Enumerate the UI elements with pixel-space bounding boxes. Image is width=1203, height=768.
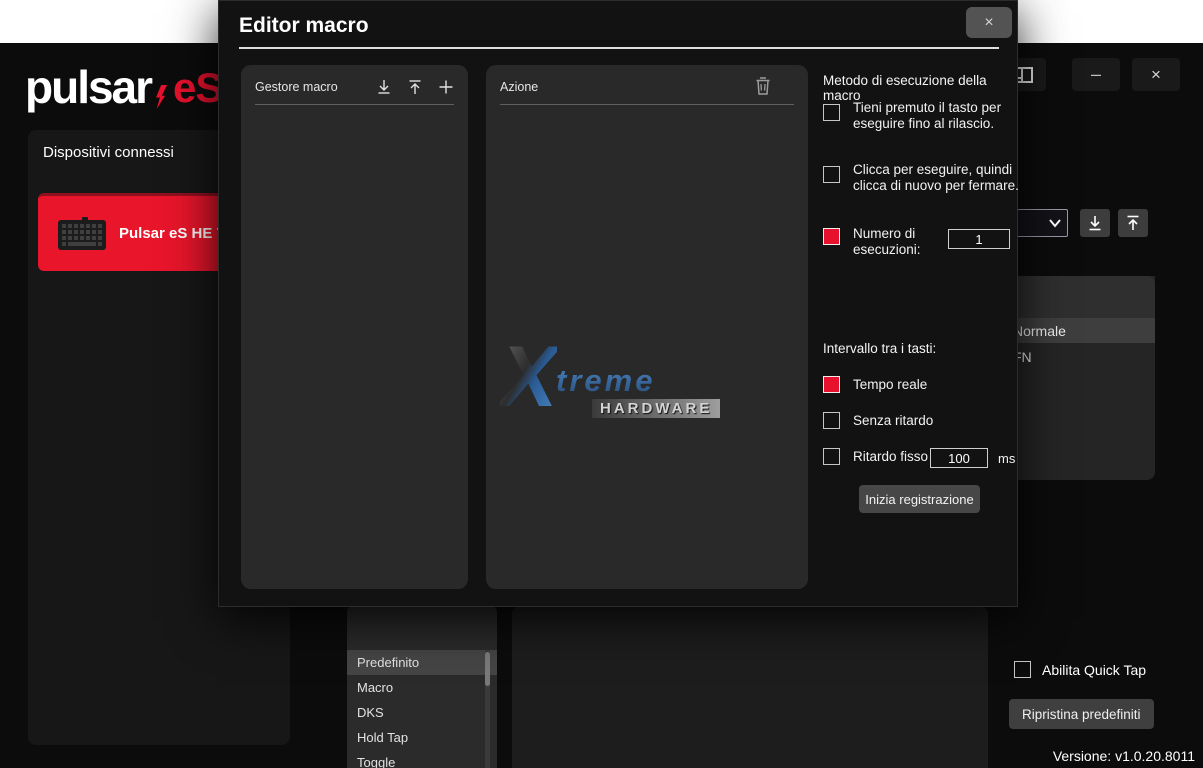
option-hold-to-run: Tieni premuto il tasto per eseguire fino… [823, 104, 1031, 131]
version-text: Versione: v1.0.20.8011 [1053, 748, 1195, 764]
tab-label: Toggle [357, 755, 395, 768]
fixed-delay-checkbox[interactable] [823, 448, 840, 465]
logo-brand-text: pulsar [25, 65, 151, 109]
delete-action-button[interactable] [753, 75, 775, 97]
close-window-button[interactable]: × [1132, 58, 1180, 91]
tab-label: Macro [357, 680, 393, 695]
tab-hold-tap[interactable]: Hold Tap [347, 725, 497, 750]
panel-divider [500, 104, 794, 105]
download-icon [1086, 214, 1104, 232]
upload-icon [1124, 214, 1142, 232]
upload-icon [406, 78, 424, 96]
layers-panel-header [1004, 276, 1155, 318]
quick-tap-label: Abilita Quick Tap [1042, 662, 1146, 678]
key-settings-panel [512, 606, 988, 768]
device-name: Pulsar eS HE 70 [119, 225, 233, 242]
layer-label: Normale [1013, 323, 1066, 339]
macro-manager-panel: Gestore macro [241, 65, 468, 589]
minimize-icon: – [1091, 64, 1101, 85]
click-toggle-checkbox[interactable] [823, 166, 840, 183]
tab-dks[interactable]: DKS [347, 700, 497, 725]
plus-icon [437, 78, 455, 96]
add-macro-button[interactable] [435, 76, 456, 97]
dialog-title: Editor macro [239, 14, 369, 38]
pulsar-logo: pulsar eS [25, 65, 222, 109]
action-panel-title: Azione [500, 80, 538, 94]
import-macro-button[interactable] [373, 76, 394, 97]
execution-count-checkbox[interactable] [823, 228, 840, 245]
profile-dropdown[interactable] [1016, 209, 1068, 237]
download-icon [375, 78, 393, 96]
watermark-x: X [500, 337, 557, 417]
keyboard-icon [58, 216, 106, 252]
tab-toggle[interactable]: Toggle [347, 750, 497, 768]
watermark-hardware: HARDWARE [592, 399, 720, 418]
xtreme-hardware-watermark: X treme HARDWARE [500, 337, 730, 437]
macro-editor-dialog: Editor macro × Gestore macro Azi [218, 0, 1018, 607]
option-fixed-delay: Ritardo fisso [823, 448, 988, 468]
execution-count-label: Numero di esecuzioni: [853, 226, 945, 257]
realtime-label: Tempo reale [853, 377, 1031, 393]
devices-panel-title: Dispositivi connessi [43, 144, 174, 161]
ms-unit-label: ms [998, 451, 1015, 466]
realtime-checkbox[interactable] [823, 376, 840, 393]
click-toggle-label: Clicca per eseguire, quindi clicca di nu… [853, 162, 1031, 193]
panel-divider [255, 104, 454, 105]
quick-tap-row: Abilita Quick Tap [1014, 661, 1146, 678]
hold-to-run-label: Tieni premuto il tasto per eseguire fino… [853, 100, 1031, 131]
hold-to-run-checkbox[interactable] [823, 104, 840, 121]
dialog-close-button[interactable]: × [966, 7, 1012, 38]
trash-icon [753, 75, 773, 97]
interval-heading: Intervallo tra i tasti: [823, 341, 936, 356]
tabs-scrollbar-thumb[interactable] [485, 652, 490, 686]
screen: pulsar eS – × Dispositivi connessi [0, 0, 1203, 768]
layer-item-fn[interactable]: FN [1004, 344, 1155, 369]
download-profile-button[interactable] [1080, 209, 1110, 237]
fixed-delay-label: Ritardo fisso [853, 449, 930, 465]
key-function-list: Predefinito Macro DKS Hold Tap Toggle [347, 606, 497, 768]
tab-label: DKS [357, 705, 384, 720]
close-icon: × [1151, 65, 1161, 85]
tab-label: Predefinito [357, 655, 419, 670]
action-panel: Azione X treme HARDWARE [486, 65, 808, 589]
tab-label: Hold Tap [357, 730, 408, 745]
option-no-delay: Senza ritardo [823, 412, 1031, 429]
title-divider [239, 47, 999, 49]
watermark-treme: treme [556, 363, 655, 399]
export-macro-button[interactable] [404, 76, 425, 97]
chevron-down-icon [1047, 217, 1063, 229]
layer-item-normale[interactable]: Normale [1004, 318, 1155, 343]
option-realtime: Tempo reale [823, 376, 1031, 393]
quick-tap-checkbox[interactable] [1014, 661, 1031, 678]
tabs-scrollbar[interactable] [485, 650, 490, 768]
tab-macro[interactable]: Macro [347, 675, 497, 700]
logo-series-text: eS [173, 67, 222, 109]
upload-profile-button[interactable] [1118, 209, 1148, 237]
option-execution-count: Numero di esecuzioni: [823, 228, 1010, 257]
execution-count-input[interactable] [948, 229, 1010, 249]
macro-manager-title: Gestore macro [255, 80, 338, 94]
option-click-toggle: Clicca per eseguire, quindi clicca di nu… [823, 166, 1031, 193]
close-icon: × [984, 14, 993, 32]
fixed-delay-input[interactable] [930, 448, 988, 468]
start-recording-button[interactable]: Inizia registrazione [859, 485, 980, 513]
tab-predefinito[interactable]: Predefinito [347, 650, 497, 675]
no-delay-label: Senza ritardo [853, 413, 1031, 429]
lightning-bolt-icon [154, 85, 167, 109]
restore-defaults-button[interactable]: Ripristina predefiniti [1009, 699, 1154, 729]
no-delay-checkbox[interactable] [823, 412, 840, 429]
minimize-button[interactable]: – [1072, 58, 1120, 91]
execution-method-heading: Metodo di esecuzione della macro [823, 73, 1017, 103]
